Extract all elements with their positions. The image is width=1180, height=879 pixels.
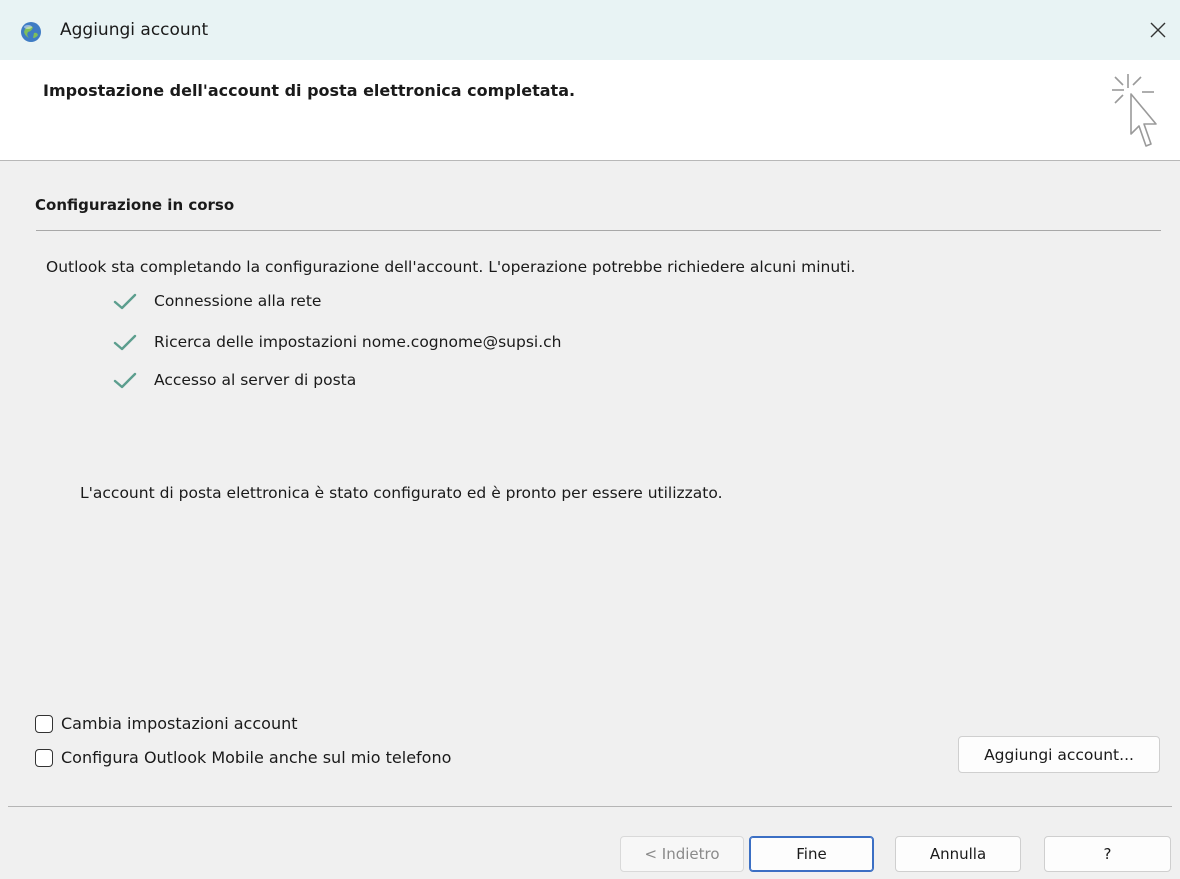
step-label: Accesso al server di posta xyxy=(154,371,357,389)
page-title: Impostazione dell'account di posta elett… xyxy=(43,81,576,100)
intro-text: Outlook sta completando la configurazion… xyxy=(46,258,856,276)
title-bar: Aggiungi account xyxy=(0,0,1180,60)
step-item: Connessione alla rete xyxy=(112,289,321,313)
cursor-sparkle-icon xyxy=(1112,74,1157,147)
section-title: Configurazione in corso xyxy=(35,196,235,214)
change-settings-checkbox[interactable]: Cambia impostazioni account xyxy=(35,714,298,733)
cancel-button[interactable]: Annulla xyxy=(895,836,1021,872)
check-icon xyxy=(113,372,137,389)
close-icon xyxy=(1150,22,1166,38)
footer-divider xyxy=(8,806,1172,807)
section-divider xyxy=(36,230,1161,231)
step-label: Ricerca delle impostazioni nome.cognome@… xyxy=(154,333,562,351)
completion-message: L'account di posta elettronica è stato c… xyxy=(80,484,723,502)
close-button[interactable] xyxy=(1140,12,1176,48)
checkbox-box[interactable] xyxy=(35,748,53,767)
finish-button[interactable]: Fine xyxy=(749,836,874,872)
check-icon xyxy=(113,334,137,351)
outlook-globe-icon xyxy=(21,22,41,42)
step-label: Connessione alla rete xyxy=(154,292,322,310)
check-icon xyxy=(113,293,137,310)
back-button[interactable]: < Indietro xyxy=(620,836,744,872)
mobile-setup-label[interactable]: Configura Outlook Mobile anche sul mio t… xyxy=(61,748,451,767)
header-banner: Impostazione dell'account di posta elett… xyxy=(0,60,1180,161)
mobile-setup-checkbox[interactable]: Configura Outlook Mobile anche sul mio t… xyxy=(35,748,451,767)
window-title: Aggiungi account xyxy=(60,20,209,40)
help-button[interactable]: ? xyxy=(1044,836,1171,872)
checkbox-box[interactable] xyxy=(35,714,53,733)
add-account-button[interactable]: Aggiungi account... xyxy=(958,736,1160,773)
change-settings-label[interactable]: Cambia impostazioni account xyxy=(61,714,298,733)
step-item: Ricerca delle impostazioni nome.cognome@… xyxy=(112,330,561,354)
step-item: Accesso al server di posta xyxy=(112,368,356,392)
